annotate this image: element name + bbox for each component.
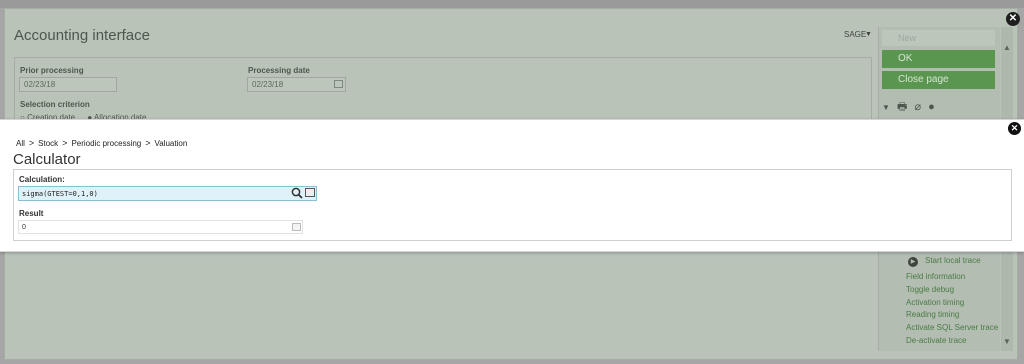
scroll-up-icon[interactable]: ▲ — [1003, 43, 1011, 52]
toolbar-icons: ▼ 🖶 ⌀ ● — [882, 98, 939, 117]
prior-processing-field[interactable]: 02/23/18 — [19, 77, 117, 92]
breadcrumb-separator-icon: > — [145, 138, 151, 148]
new-button[interactable]: New — [882, 30, 995, 46]
debug-links: Field information Toggle debug Activatio… — [906, 271, 998, 348]
page-title: Calculator — [13, 151, 81, 168]
link-activate-sql-trace[interactable]: Activate SQL Server trace — [906, 322, 998, 335]
print-icon[interactable]: 🖶 — [897, 101, 907, 113]
attachment-icon[interactable]: ⌀ — [914, 101, 921, 113]
search-icon[interactable] — [291, 187, 303, 199]
breadcrumb-item-periodic[interactable]: Periodic processing — [71, 139, 141, 148]
breadcrumb-item-all[interactable]: All — [16, 139, 25, 148]
calculation-field[interactable]: sigma(GTEST=0,1,0) — [18, 186, 317, 201]
calendar-icon[interactable] — [334, 80, 343, 88]
link-activation-timing[interactable]: Activation timing — [906, 297, 998, 310]
keypad-icon[interactable] — [305, 188, 315, 197]
scroll-down-icon[interactable]: ▼ — [1003, 337, 1011, 346]
calculation-label: Calculation: — [19, 175, 65, 184]
chevron-down-icon[interactable]: ▼ — [882, 103, 890, 112]
processing-date-label: Processing date — [248, 66, 310, 75]
keypad-icon[interactable] — [292, 223, 301, 231]
window-close-icon[interactable]: ✕ — [1006, 12, 1020, 26]
link-deactivate-trace[interactable]: De-activate trace — [906, 335, 998, 348]
play-icon[interactable]: ▶ — [908, 257, 918, 267]
user-menu[interactable]: SAGE — [844, 30, 866, 39]
prior-processing-label: Prior processing — [20, 66, 84, 75]
start-local-trace-link[interactable]: Start local trace — [925, 256, 981, 265]
modal-close-icon[interactable]: ✕ — [1008, 122, 1021, 135]
criteria-panel — [14, 57, 872, 119]
breadcrumb-separator-icon: > — [28, 138, 35, 148]
close-page-button[interactable]: Close page — [882, 71, 995, 89]
link-reading-timing[interactable]: Reading timing — [906, 309, 998, 322]
result-field: 0 — [18, 220, 303, 234]
selection-criterion-label: Selection criterion — [20, 100, 90, 109]
processing-date-field[interactable]: 02/23/18 — [247, 77, 346, 92]
app-title: Accounting interface — [14, 27, 150, 44]
top-bar — [0, 0, 1024, 8]
link-toggle-debug[interactable]: Toggle debug — [906, 284, 998, 297]
breadcrumb-separator-icon: > — [62, 138, 68, 148]
link-field-information[interactable]: Field information — [906, 271, 998, 284]
chevron-down-icon[interactable]: ▼ — [865, 31, 872, 38]
breadcrumb-item-valuation[interactable]: Valuation — [155, 139, 188, 148]
comment-icon[interactable]: ● — [928, 101, 935, 113]
ok-button[interactable]: OK — [882, 50, 995, 68]
result-label: Result — [19, 209, 44, 218]
breadcrumb-item-stock[interactable]: Stock — [38, 139, 58, 148]
breadcrumb: All > Stock > Periodic processing > Valuation — [16, 138, 187, 148]
